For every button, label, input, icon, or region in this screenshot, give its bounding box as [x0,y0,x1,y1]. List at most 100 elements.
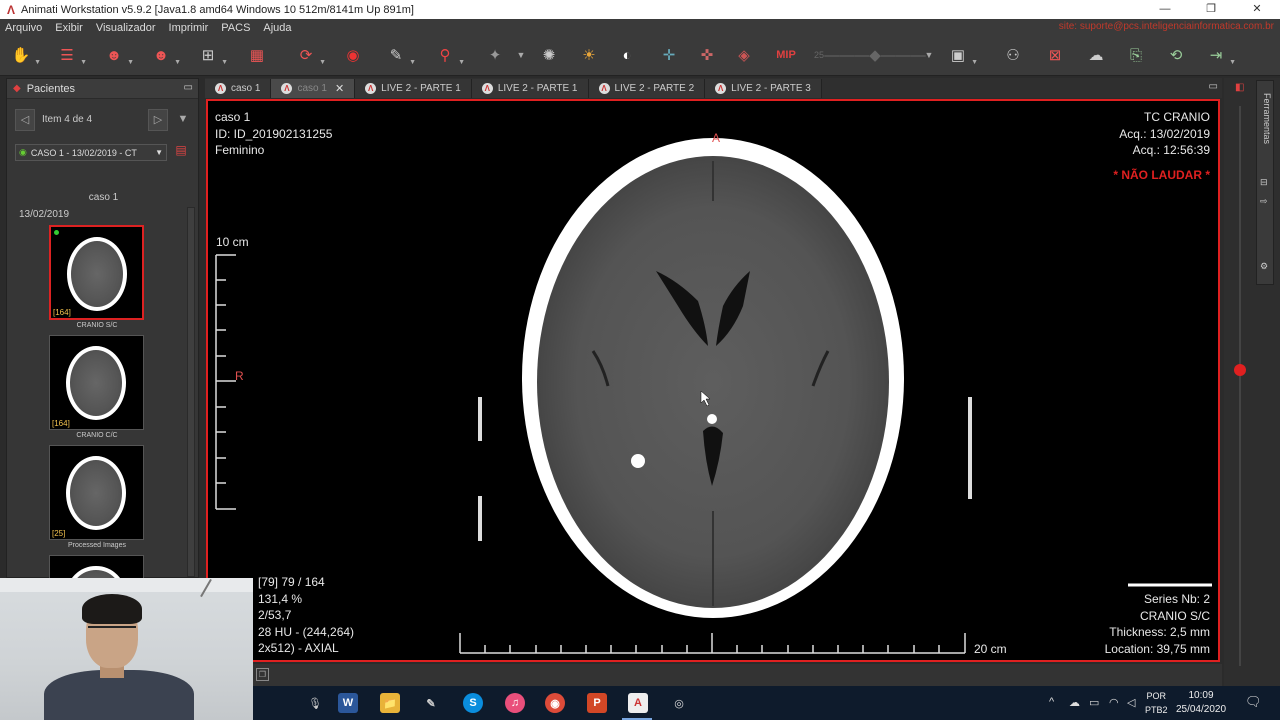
system-clock[interactable]: 10:09 25/04/2020 [1175,689,1227,717]
previous-item-button[interactable]: ◁ [15,109,35,131]
onedrive-icon[interactable]: ☁ [1069,696,1080,709]
drawing-app-icon[interactable]: ✎ [421,693,441,713]
tool-option-icon[interactable]: ⊟ [1260,177,1268,188]
wifi-icon[interactable]: ◠ [1109,696,1119,709]
sun-icon[interactable]: ☀ [576,42,602,68]
tool-settings-icon[interactable]: ⚙ [1260,261,1268,272]
case-select[interactable]: ◉ CASO 1 - 13/02/2019 - CT ▼ [15,144,167,161]
mip-icon[interactable]: MIP [773,42,799,68]
animati-icon: Λ [598,83,610,94]
user-search-icon[interactable]: ☻ ▼ [148,42,181,68]
monitor-icon[interactable]: ▣ ▼ [945,42,978,68]
series-thumbnail[interactable]: [25] [49,445,144,540]
slice-slider-handle[interactable] [1234,364,1246,376]
case-status-icon: ◉ [19,147,27,157]
menu-exibir[interactable]: Exibir [55,22,83,34]
close-button[interactable]: ✕ [1234,0,1280,19]
slider-dropdown-icon[interactable]: ▼ [916,42,942,68]
tab-caso-1-active[interactable]: Λcaso 1 ✕ [271,79,356,98]
series-thumbnail[interactable]: [164] [49,225,144,320]
tabs-minimize-icon[interactable]: ▭ [1209,81,1218,92]
export-icon[interactable]: ⎘ [1123,42,1149,68]
slider-icon[interactable]: ―――◆――― [824,42,926,68]
menu-arquivo[interactable]: Arquivo [5,22,42,34]
minimize-button[interactable]: — [1142,0,1188,19]
hand-icon[interactable]: ✋ ▼ [8,42,41,68]
exit-icon[interactable]: ⇥ ▼ [1203,42,1236,68]
grid-settings-icon[interactable]: ⊠ [1042,42,1068,68]
battery-icon[interactable]: ▭ [1089,696,1099,709]
obs-icon[interactable]: ◎ [669,693,689,713]
language-indicator[interactable]: POR PTB2 [1145,689,1168,717]
tools-panel-tab[interactable]: Ferramentas ⊟ ⇨ ⚙ [1256,80,1274,285]
orientation-right: R [235,369,244,383]
patient-id-label: ID: ID_201902131255 [215,126,333,141]
notifications-icon[interactable]: 🗨 [1245,694,1262,710]
tab-live-2-parte-1[interactable]: Λ LIVE 2 - PARTE 1 [355,79,472,98]
file-explorer-icon[interactable]: 📁 [380,693,400,713]
crosshair-icon[interactable]: ✛ [656,42,682,68]
magnifier-icon[interactable]: ⚲ ▼ [432,42,466,68]
chrome-icon[interactable]: ◉ [545,693,565,713]
windows-taskbar: 🎙 W 📁 ✎ S ♫ ◉ P A ◎ ^ ☁ ▭ ◠ ◁ POR PTB2 1… [253,686,1280,720]
next-item-button[interactable]: ▷ [148,109,168,131]
panel-minimize-icon[interactable]: ▭ [184,82,193,93]
cloud-icon[interactable]: ☁ [1083,42,1109,68]
menu-imprimir[interactable]: Imprimir [169,22,209,34]
clock-time: 10:09 [1188,690,1214,701]
contrast-icon[interactable]: ◐ [614,42,640,68]
series-thumbnail[interactable]: [164] [49,335,144,430]
patient-sex-label: Feminino [215,143,265,157]
tab-caso-1[interactable]: Λcaso 1 [205,79,272,98]
show-hidden-icons[interactable]: ^ [1049,696,1054,708]
patients-icon: ◆ [13,83,21,94]
3d-icon[interactable]: ✜ [694,42,720,68]
volume-icon[interactable]: ◁ [1127,696,1135,709]
menu-pacs[interactable]: PACS [221,22,250,34]
item-counter: Item 4 de 4 [42,114,93,125]
user-list-icon[interactable]: ☰ ▼ [54,42,87,68]
animati-taskbar-icon[interactable]: A [628,693,648,713]
window-title: Animati Workstation v5.9.2 [Java1.8 amd6… [21,3,414,16]
ct-image-viewer[interactable]: caso 1 ID: ID_201902131255 Feminino TC C… [206,99,1220,662]
thumbnail-scrollbar[interactable] [187,207,195,577]
powerpoint-icon[interactable]: P [587,693,607,713]
brightness-icon[interactable]: ✺ [536,42,562,68]
people-icon[interactable]: ⚇ [1000,42,1026,68]
microphone-icon[interactable]: 🎙 [305,693,325,713]
pointer-icon[interactable]: ✦ [482,42,508,68]
language-code: POR [1146,691,1167,701]
tab-live-2-parte-1b[interactable]: Λ LIVE 2 - PARTE 1 [471,79,589,98]
layout-icon[interactable]: ▦ [244,42,270,68]
word-icon[interactable]: W [338,693,358,713]
ruler-icon[interactable]: ✎ ▼ [383,42,416,68]
tool-export-icon[interactable]: ⇨ [1260,196,1268,207]
study-info-overlay: TC CRANIO Acq.: 13/02/2019 Acq.: 12:56:3… [1113,109,1210,183]
maximize-button[interactable]: ❐ [1188,0,1234,19]
rotate-icon[interactable]: ⟳ ▼ [293,42,326,68]
menu-ajuda[interactable]: Ajuda [263,22,291,34]
window-level: 2/53,7 [258,608,292,622]
tab-live-2-parte-3[interactable]: Λ LIVE 2 - PARTE 3 [705,79,822,98]
study-description: TC CRANIO [1144,110,1210,124]
tab-label: LIVE 2 - PARTE 2 [614,83,695,94]
support-link[interactable]: site: suporte@pcs.inteligenciainformatic… [1059,21,1274,32]
target-icon[interactable]: ◉ [340,42,366,68]
case-action-icon[interactable]: ▤ [172,143,190,161]
item-dropdown-icon[interactable]: ▼ [173,109,193,131]
panel-toggle-icon[interactable]: ◧ [1235,82,1244,93]
skype-icon[interactable]: S [463,693,483,713]
refresh-icon[interactable]: ⟲ [1163,42,1189,68]
user-add-icon[interactable]: ☻ ▼ [101,42,134,68]
menu-visualizador[interactable]: Visualizador [96,22,156,34]
grid-icon[interactable]: ⊞ ▼ [195,42,228,68]
ct-thumbnail-image [67,237,127,311]
tab-live-2-parte-2[interactable]: Λ LIVE 2 - PARTE 2 [588,79,706,98]
restore-window-icon[interactable]: ❐ [256,668,269,681]
pointer-dropdown-icon[interactable]: ▼ [508,42,534,68]
cube-icon[interactable]: ◈ [731,42,757,68]
slice-slider-track[interactable] [1239,106,1241,666]
slice-thickness: Thickness: 2,5 mm [1109,625,1210,639]
itunes-icon[interactable]: ♫ [505,693,525,713]
close-tab-icon[interactable]: ✕ [335,82,344,95]
